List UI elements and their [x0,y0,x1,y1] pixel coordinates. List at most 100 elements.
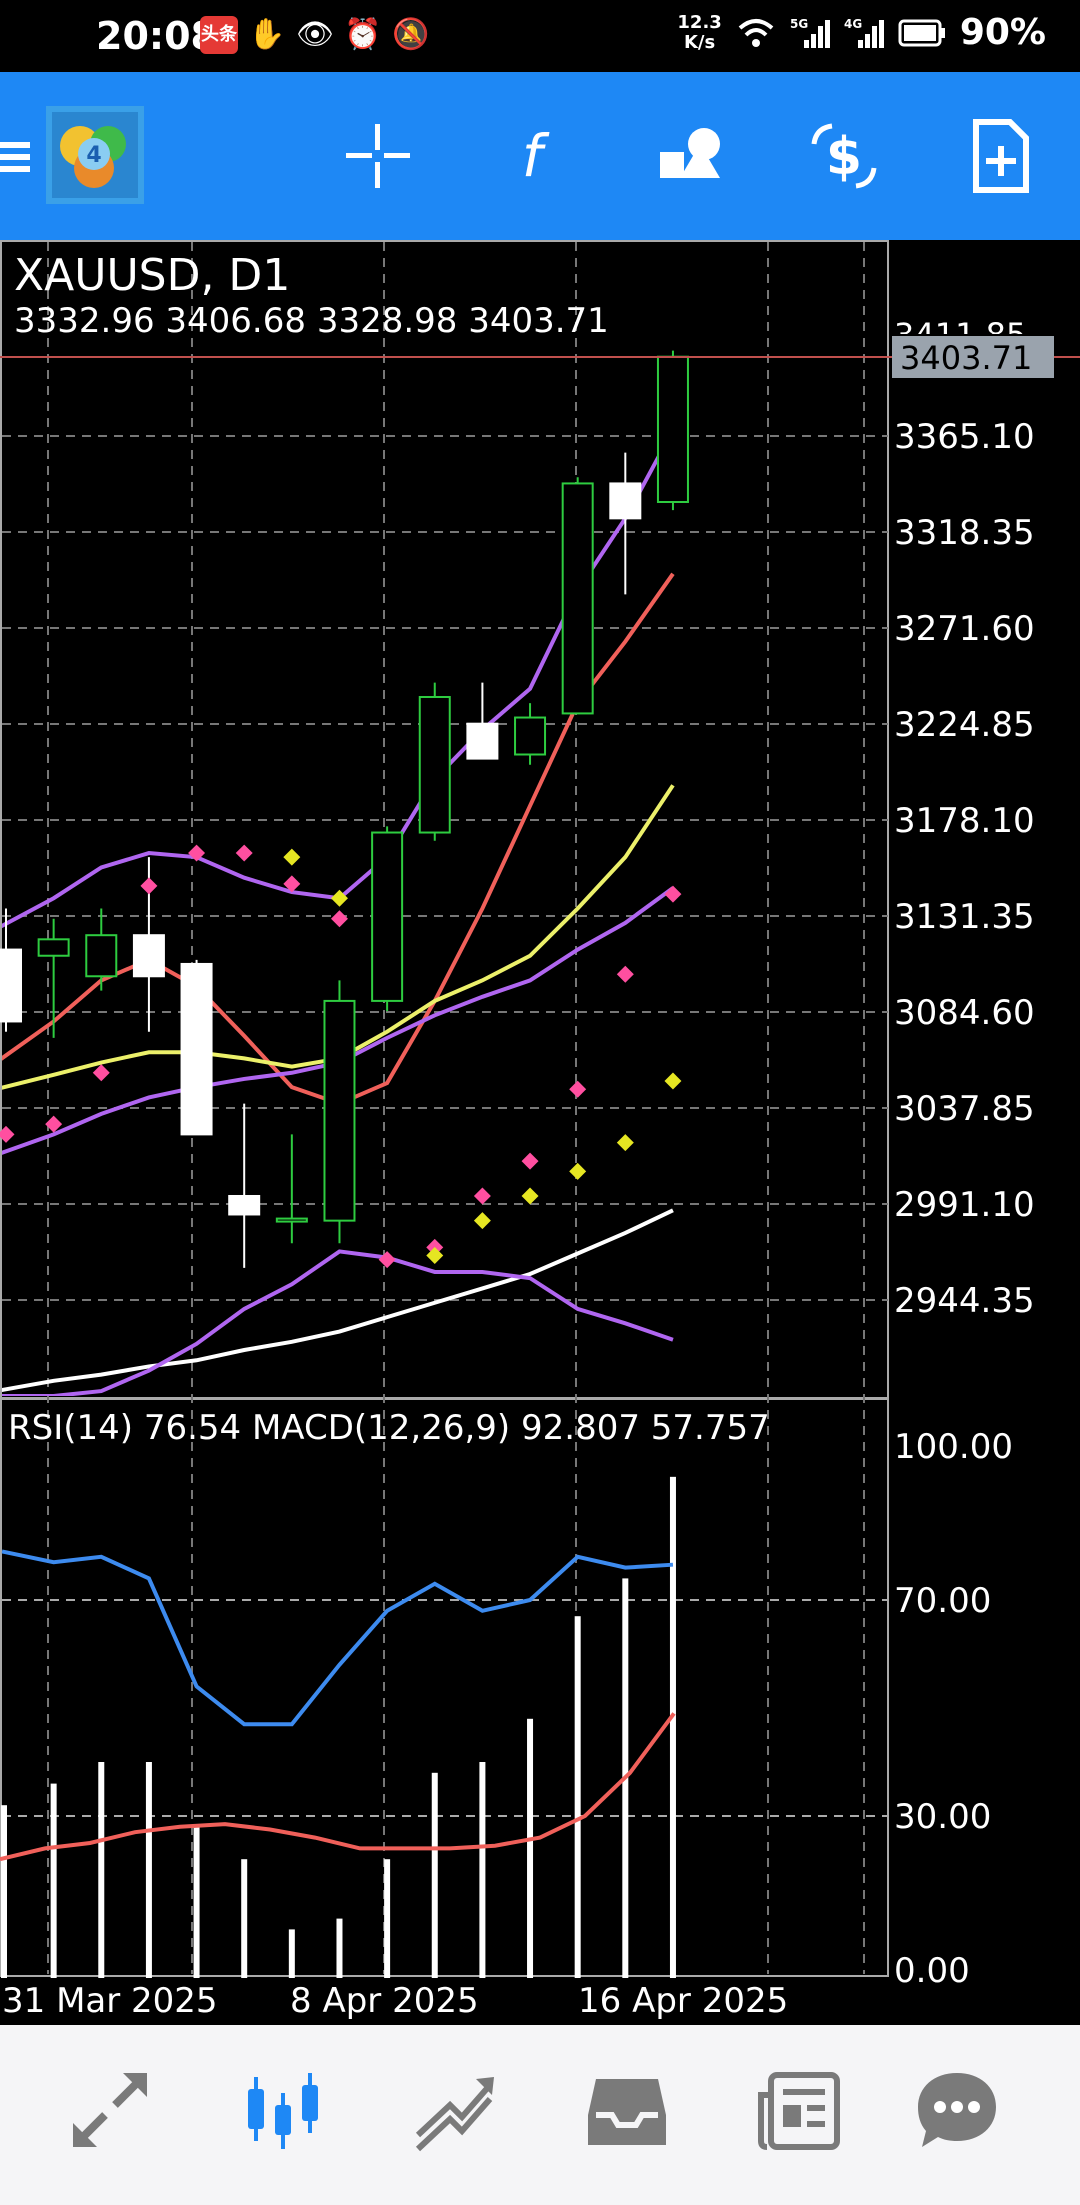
bullish-candle [418,695,451,834]
status-bar: 20:08 头条 ✋ 👁 ⏰ 🔕 12.3 K/s 5G 4G 90% [0,0,1080,72]
bearish-candle [0,948,22,1023]
home-indicator-area [0,2170,1080,2205]
news-icon[interactable] [755,2065,845,2155]
bearish-candle [228,1194,261,1216]
sar-dot-pink [0,1125,15,1143]
templates-icon[interactable] [958,114,1042,198]
macd-histogram-bar [669,1476,676,1978]
indicator-panel-frame [0,1398,889,1977]
chart-icon[interactable] [238,2065,328,2155]
bullish-candle [561,482,594,715]
bullish-candle [323,999,356,1222]
date-axis-label: 8 Apr 2025 [290,1981,479,2021]
indicator-axis-label: 0.00 [894,1951,970,1991]
sar-dot-pink [140,877,158,895]
macd-histogram-bar [193,1826,200,1978]
price-axis-label: 2944.35 [894,1281,1035,1321]
macd-histogram-bar [431,1772,438,1978]
date-axis-label: 16 Apr 2025 [578,1981,788,2021]
news-app-icon: 头条 [200,16,238,54]
clock: 20:08 [96,14,217,58]
macd-histogram-bar [241,1859,248,1978]
objects-icon[interactable] [648,114,732,198]
sar-dot-pink [92,1064,110,1082]
price-axis-label: 2991.10 [894,1185,1035,1225]
bearish-candle [180,962,213,1136]
battery-percent: 90% [959,12,1046,53]
sar-dot-yellow [569,1162,587,1180]
sar-dot-yellow [664,1072,682,1090]
price-axis-label: 3178.10 [894,801,1035,841]
macd-histogram-bar [50,1783,57,1978]
crosshair-icon[interactable] [336,114,420,198]
macd-histogram-bar [479,1762,486,1978]
macd-histogram-bar [288,1929,295,1978]
history-icon[interactable] [582,2065,672,2155]
price-chart[interactable]: 3403.71 3411.85 XAUUSD, D1 3332.96 3406.… [0,240,1080,2025]
indicator-title: RSI(14) 76.54 MACD(12,26,9) 92.807 57.75… [8,1408,770,1448]
date-axis-label: 31 Mar 2025 [2,1981,218,2021]
price-axis-label: 3318.35 [894,513,1035,553]
svg-text:5G: 5G [790,17,808,31]
messages-icon[interactable] [912,2065,1002,2155]
trade-icon[interactable] [410,2065,500,2155]
hand-icon: ✋ [248,17,286,52]
sar-dot-pink [569,1080,587,1098]
svg-text:f: f [522,122,550,190]
svg-text:4: 4 [86,143,101,168]
trade-icon[interactable]: $ [802,114,886,198]
quotes-icon[interactable] [65,2065,155,2155]
sar-dot-pink [521,1152,539,1170]
price-axis-label: 3131.35 [894,897,1035,937]
price-axis-label: 3271.60 [894,609,1035,649]
ohlc-values: 3332.96 3406.68 3328.98 3403.71 [14,301,609,341]
bearish-candle [466,722,499,760]
signal-5g-icon: 5G [790,17,830,48]
indicator-axis-label: 70.00 [894,1581,991,1621]
alarm-icon: ⏰ [344,17,382,52]
chart-area[interactable]: 3403.71 3411.85 XAUUSD, D1 3332.96 3406.… [0,240,1080,2025]
bearish-candle [132,934,165,978]
current-price-label: 3403.71 [900,339,1032,377]
bullish-candle [371,831,404,1002]
eye-icon: 👁 [296,17,335,52]
macd-histogram-bar [574,1616,581,1978]
system-indicators: 12.3 K/s 5G 4G 90% [677,12,1046,53]
indicator-axis-label: 100.00 [894,1427,1013,1467]
svg-text:$: $ [826,127,862,187]
sar-dot-pink [378,1251,396,1269]
signal-4g-icon: 4G [844,17,884,48]
bullish-candle [656,355,689,503]
price-axis-label: 3037.85 [894,1089,1035,1129]
svg-text:4G: 4G [844,17,862,31]
sar-dot-yellow [283,848,301,866]
sar-dot-yellow [473,1212,491,1230]
app-logo[interactable]: 4 [46,106,144,204]
bullish-candle [514,716,547,756]
sar-dot-yellow [521,1187,539,1205]
macd-histogram-bar [336,1918,343,1978]
menu-icon[interactable] [0,114,34,198]
indicator-axis-label: 30.00 [894,1797,991,1837]
bearish-candle [609,482,642,520]
wifi-icon [738,18,774,47]
macd-histogram-bar [527,1718,534,1978]
sar-dot-pink [616,965,634,983]
chart-toolbar: 4 f $ [0,72,1080,240]
sar-dot-yellow [616,1134,634,1152]
sar-dot-pink [235,844,253,862]
indicators-icon[interactable]: f [490,114,574,198]
macd-histogram-bar [384,1859,391,1978]
bullish-candle [85,934,118,978]
macd-histogram-bar [1,1805,7,1978]
rsi-line [1,1549,674,1727]
network-speed: 12.3 K/s [677,11,722,53]
sar-dot-pink [330,910,348,928]
battery-icon [898,19,945,46]
mute-icon: 🔕 [392,17,430,52]
notification-icons: 头条 ✋ 👁 ⏰ 🔕 [200,16,430,54]
sar-dot-pink [664,885,682,903]
symbol-title: XAUUSD, D1 [14,250,290,301]
price-axis-label: 3224.85 [894,705,1035,745]
macd-histogram-bar [98,1762,105,1978]
